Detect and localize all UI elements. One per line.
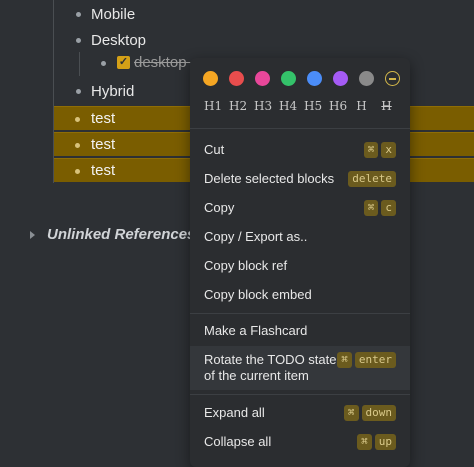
bullet-icon[interactable] bbox=[76, 12, 81, 17]
menu-item-label: Expand all bbox=[204, 405, 265, 420]
heading-4-button[interactable]: H4 bbox=[279, 99, 297, 113]
heading-3-button[interactable]: H3 bbox=[254, 99, 272, 113]
command-key-icon: ⌘ bbox=[337, 352, 352, 368]
shortcut-key: c bbox=[381, 199, 396, 216]
auto-heading-button[interactable]: H bbox=[354, 99, 369, 113]
menu-item-label: Make a Flashcard bbox=[204, 323, 308, 338]
color-swatch-pink[interactable] bbox=[255, 71, 270, 86]
block-mobile[interactable]: Mobile bbox=[91, 6, 135, 23]
command-key-icon: ⌘ bbox=[343, 404, 359, 421]
bullet-icon[interactable] bbox=[76, 89, 81, 94]
menu-item-rotate-todo[interactable]: Rotate the TODO state of the current ite… bbox=[190, 346, 410, 390]
block-text[interactable]: Mobile bbox=[91, 6, 135, 23]
block-desktop[interactable]: Desktop bbox=[91, 32, 146, 49]
unlinked-references-label: Unlinked References bbox=[47, 226, 196, 243]
menu-item-copy-block-embed[interactable]: Copy block embed bbox=[190, 280, 410, 309]
bullet-icon[interactable] bbox=[75, 143, 80, 148]
menu-item-label: Copy bbox=[204, 200, 235, 215]
menu-item-label: Copy / Export as.. bbox=[204, 229, 308, 244]
unlinked-references-toggle[interactable]: Unlinked References bbox=[30, 226, 195, 243]
block-desktop-todo[interactable]: desktop c bbox=[134, 54, 198, 71]
remove-heading-button[interactable]: H bbox=[379, 99, 394, 113]
menu-item-make-flashcard[interactable]: Make a Flashcard bbox=[190, 316, 410, 345]
command-key-icon: ⌘ bbox=[363, 141, 379, 158]
menu-item-collapse-all[interactable]: Collapse all ⌘ up bbox=[190, 427, 410, 456]
minus-circle-icon[interactable] bbox=[385, 71, 400, 86]
menu-item-label: Collapse all bbox=[204, 434, 272, 449]
heading-6-button[interactable]: H6 bbox=[329, 99, 347, 113]
menu-divider bbox=[190, 313, 410, 314]
menu-item-copy-block-ref[interactable]: Copy block ref bbox=[190, 251, 410, 280]
heading-5-button[interactable]: H5 bbox=[304, 99, 322, 113]
menu-item-label: Copy block embed bbox=[204, 287, 312, 302]
heading-1-button[interactable]: H1 bbox=[204, 99, 222, 113]
context-menu: H1 H2 H3 H4 H5 H6 H H Cut ⌘ x Delete sele… bbox=[190, 58, 410, 467]
block-text[interactable]: test bbox=[91, 136, 115, 153]
menu-item-cut[interactable]: Cut ⌘ x bbox=[190, 135, 410, 164]
color-swatch-purple[interactable] bbox=[333, 71, 348, 86]
color-swatch-orange[interactable] bbox=[203, 71, 218, 86]
menu-item-expand-all[interactable]: Expand all ⌘ down bbox=[190, 398, 410, 427]
heading-2-button[interactable]: H2 bbox=[229, 99, 247, 113]
bullet-icon[interactable] bbox=[76, 38, 81, 43]
menu-divider bbox=[190, 128, 410, 129]
shortcut-key: x bbox=[381, 141, 396, 158]
menu-item-copy-export[interactable]: Copy / Export as.. bbox=[190, 222, 410, 251]
menu-item-label: Delete selected blocks bbox=[204, 171, 335, 186]
bullet-icon[interactable] bbox=[101, 61, 106, 66]
block-text[interactable]: desktop c bbox=[134, 54, 198, 71]
shortcut-key: enter bbox=[354, 352, 396, 368]
shortcut-key: delete bbox=[348, 170, 396, 187]
menu-item-copy[interactable]: Copy ⌘ c bbox=[190, 193, 410, 222]
color-swatch-green[interactable] bbox=[281, 71, 296, 86]
caret-right-icon bbox=[30, 230, 35, 239]
menu-item-label: Rotate the TODO state of the current ite… bbox=[204, 352, 337, 383]
color-picker bbox=[203, 71, 400, 86]
heading-picker: H1 H2 H3 H4 H5 H6 H H bbox=[204, 99, 394, 113]
block-text[interactable]: Desktop bbox=[91, 32, 146, 49]
color-swatch-gray[interactable] bbox=[359, 71, 374, 86]
block-hybrid[interactable]: Hybrid bbox=[91, 83, 134, 100]
color-swatch-red[interactable] bbox=[229, 71, 244, 86]
outline-thread-line-nested bbox=[79, 52, 80, 76]
bullet-icon[interactable] bbox=[75, 169, 80, 174]
block-text[interactable]: test bbox=[91, 110, 115, 127]
shortcut-key: down bbox=[361, 404, 396, 421]
command-key-icon: ⌘ bbox=[363, 199, 379, 216]
block-text[interactable]: test bbox=[91, 162, 115, 179]
menu-item-label: Cut bbox=[204, 142, 225, 157]
todo-checkbox-icon[interactable]: ✓ bbox=[117, 56, 130, 69]
bullet-icon[interactable] bbox=[75, 117, 80, 122]
shortcut-key: up bbox=[374, 433, 396, 450]
block-text[interactable]: Hybrid bbox=[91, 83, 134, 100]
menu-item-delete[interactable]: Delete selected blocks delete bbox=[190, 164, 410, 193]
command-key-icon: ⌘ bbox=[357, 433, 372, 450]
menu-divider bbox=[190, 394, 410, 395]
color-swatch-blue[interactable] bbox=[307, 71, 322, 86]
menu-item-label: Copy block ref bbox=[204, 258, 288, 273]
